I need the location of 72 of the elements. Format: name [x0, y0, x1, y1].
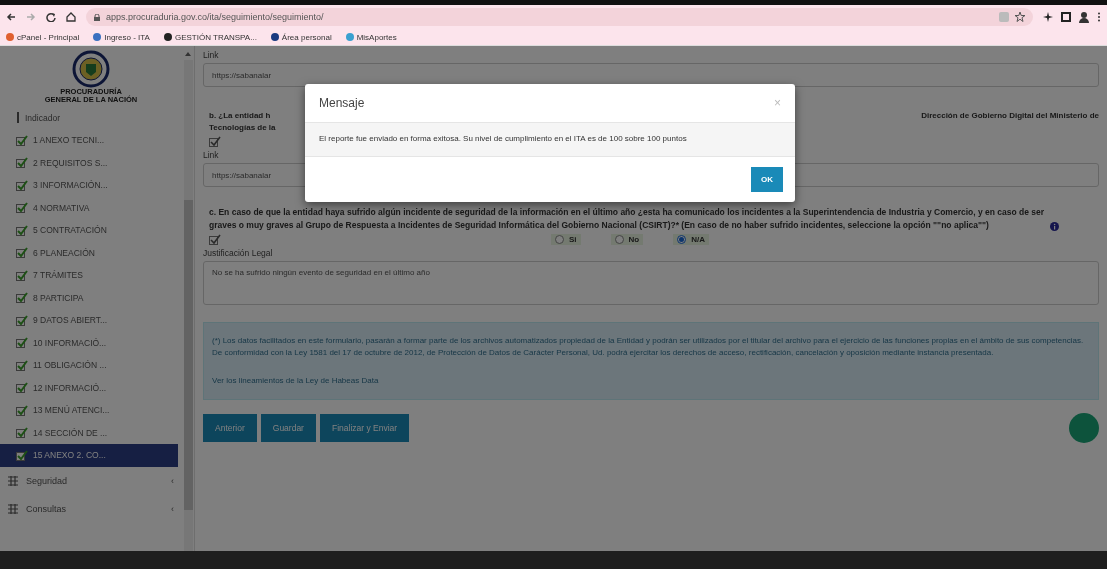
sidebar-item[interactable]: 2 REQUISITOS S...	[0, 151, 178, 174]
sidebar-item[interactable]: 15 ANEXO 2. CO...	[0, 444, 178, 467]
dialog-message: El reporte fue enviado en forma exitosa. Su nivel de cumplimiento en el ITA es de 100 sobre 100 puntos	[319, 134, 687, 143]
bookmark[interactable]: cPanel - Principal	[6, 32, 80, 42]
sidebar-item[interactable]: 14 SECCIÓN DE ...	[0, 421, 178, 444]
menu-label: Seguridad	[26, 475, 69, 486]
form-button[interactable]: Anterior	[203, 413, 257, 442]
sidebar-item[interactable]: 13 MENÚ ATENCI...	[0, 399, 178, 422]
close-button[interactable]: ×	[774, 96, 781, 110]
bookmark-icon	[6, 33, 14, 41]
form-button[interactable]: Finalizar y Enviar	[319, 413, 410, 442]
grid-icon	[8, 475, 18, 486]
sidebar-item[interactable]: 3 INFORMACIÓN...	[0, 174, 178, 197]
caret-icon: ‹	[171, 503, 174, 514]
bookmark[interactable]: Ingreso - ITA	[93, 32, 150, 42]
reload-icon[interactable]	[46, 12, 56, 22]
radio-option[interactable]: No	[610, 233, 644, 245]
profile-icon[interactable]	[1079, 11, 1089, 23]
dialog-title: Mensaje	[319, 96, 365, 110]
bookmark[interactable]: MisAportes	[345, 32, 397, 42]
question-text: Tecnologías de la	[209, 121, 276, 134]
bookmark-icon	[163, 33, 172, 41]
text-area[interactable]: No se ha sufrido ningún evento de seguridad en el último año	[203, 260, 1099, 305]
info-icon[interactable]	[1050, 221, 1059, 231]
form-button[interactable]: Guardar	[260, 413, 316, 442]
sidebar-item[interactable]: 7 TRÁMITES	[0, 264, 178, 287]
field-value: https://sabanalar	[212, 170, 272, 180]
field-label: Link	[203, 50, 220, 60]
checkbox-icon[interactable]	[209, 136, 221, 148]
window-icon[interactable]	[1061, 12, 1071, 22]
url-text: apps.procuraduria.gov.co/ita/seguimiento/seguimiento/	[106, 12, 324, 22]
field-value: https://sabanalar	[212, 70, 272, 80]
scrollbar-thumb[interactable]	[183, 200, 193, 510]
bookmark[interactable]: Área personal	[270, 32, 332, 42]
lock-icon	[94, 13, 100, 21]
star-icon[interactable]	[1015, 12, 1025, 22]
radio-option[interactable]: Si	[551, 233, 581, 245]
text-area-value: No se ha sufrido ningún evento de seguridad en el último año	[212, 267, 430, 277]
sidebar-item[interactable]: 9 DATOS ABIERT...	[0, 309, 178, 332]
notice-link[interactable]: Ver los lineamientos de la Ley de Habeas Data	[212, 374, 379, 387]
address-bar[interactable]: apps.procuraduria.gov.co/ita/seguimiento/seguimiento/	[86, 8, 1033, 26]
extension-icon[interactable]	[1043, 12, 1053, 22]
question-text: Dirección de Gobierno Digital del Ministerio de	[921, 110, 1099, 122]
ok-button[interactable]: OK	[751, 166, 783, 192]
sidebar-item[interactable]: 8 PARTICIPA	[0, 286, 178, 309]
sidebar-item[interactable]: 6 PLANEACIÓN	[0, 241, 178, 264]
bookmark[interactable]: GESTIÓN TRANSPA...	[163, 32, 257, 42]
bar-icon	[16, 112, 20, 124]
menu-label: Consultas	[26, 503, 68, 514]
sidebar-item[interactable]: 12 INFORMACIÓ...	[0, 376, 178, 399]
sidebar-item[interactable]: 1 ANEXO TECNI...	[0, 129, 178, 152]
sidebar-item[interactable]: 5 CONTRATACIÓN	[0, 219, 178, 242]
radio-option[interactable]: N/A	[673, 233, 709, 245]
bookmark-icon	[270, 33, 279, 41]
menu-item[interactable]: Consultas ‹	[0, 494, 182, 523]
question-text: b. ¿La entidad h	[209, 110, 272, 122]
sidebar-item[interactable]: 10 INFORMACIÓ...	[0, 331, 178, 354]
bookmark-icon	[345, 33, 354, 41]
sidebar-item[interactable]: 11 OBLIGACIÓN ...	[0, 354, 178, 377]
sidebar-item[interactable]: 4 NORMATIVA	[0, 196, 178, 219]
field-label: Justificación Legal	[203, 247, 274, 258]
caret-icon: ‹	[171, 475, 174, 486]
home-icon[interactable]	[66, 12, 76, 22]
checkbox-icon[interactable]	[209, 233, 221, 245]
sidebar-item[interactable]: Indicador	[0, 106, 178, 129]
field-label: Link	[203, 150, 220, 161]
bookmark-icon	[93, 33, 102, 41]
more-icon[interactable]	[1097, 12, 1101, 22]
question-text: c. En caso de que la entidad haya sufrido algún incidente de seguridad de la información en el último año ¿esta ha comunicado los incidentes a la Superintendencia de Industria y Comercio, y en caso de ser graves o muy graves al Grupo de Respuesta a Incidentes de Seguridad Informática del Gobierno Nacional (CSIRT)?* (En caso de no haber sufrido incidentes, seleccione la opción ""no aplica"")	[209, 206, 1046, 231]
back-icon[interactable]	[6, 12, 16, 22]
notice-text: (*) Los datos facilitados en este formulario, pasarán a formar parte de los archivos automatizados propiedad de la Entidad y podrán ser utilizados por el titular del archivo para el ejercicio de las funciones propias en el ámbito de sus competencias. De conformidad con la Ley 1581 del 17 de octubre de 2012, de Protección de Datos de Carácter Personal, Ud. podrá ejercitar los derechos de acceso, rectificación, cancelación y oposición mediante instancia presentada.	[212, 334, 1085, 359]
grid-icon	[8, 503, 18, 514]
